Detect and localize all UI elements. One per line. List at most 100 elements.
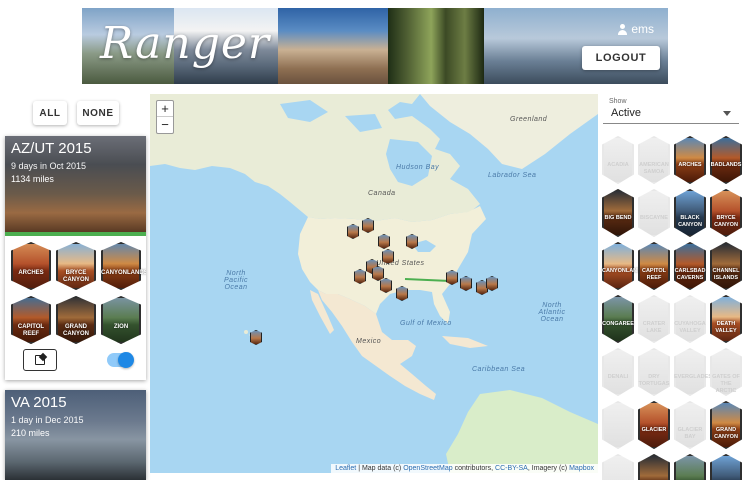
park-badge[interactable]: BISCAYNE — [638, 189, 670, 237]
leaflet-link[interactable]: Leaflet — [335, 465, 356, 472]
toggle-knob — [118, 352, 134, 368]
trip-title: VA 2015 — [11, 394, 67, 411]
park-badge[interactable]: CANYONLANDS — [602, 242, 645, 290]
park-badge-label: CAPITOL REEF — [17, 324, 45, 337]
park-badge-label: CARLSBAD CAVERNS — [674, 268, 706, 281]
park-badge-label: ZION — [113, 324, 129, 330]
park-badge[interactable]: GRAND CANYON — [56, 296, 96, 344]
park-badge-label: DEATH VALLEY — [715, 321, 737, 334]
park-badge-label: CHANNEL ISLANDS — [712, 268, 740, 281]
park-badge[interactable]: DEATH VALLEY — [710, 295, 742, 343]
park-badge[interactable]: BLACK CANYON — [674, 189, 706, 237]
park-marker[interactable] — [406, 234, 418, 249]
map-label-north-atlantic: North Atlantic Ocean — [538, 302, 566, 323]
park-badge[interactable]: GRAND CANYON — [710, 401, 742, 449]
select-none-button[interactable]: NONE — [77, 101, 119, 125]
park-badge[interactable] — [710, 454, 742, 480]
park-badge[interactable]: ZION — [101, 296, 141, 344]
park-badge[interactable]: BADLANDS — [710, 136, 742, 184]
park-badge[interactable]: CARLSBAD CAVERNS — [674, 242, 706, 290]
attribution-text: contributors, — [452, 465, 496, 472]
license-link[interactable]: CC-BY-SA — [495, 465, 528, 472]
park-marker[interactable] — [362, 218, 374, 233]
banner-photo-canyon — [278, 8, 388, 84]
park-marker[interactable] — [380, 278, 392, 293]
select-all-button[interactable]: ALL — [33, 101, 67, 125]
park-badge[interactable]: CONGAREE — [602, 295, 634, 343]
trip-park-badges: ARCHES BRYCE CANYON CANYONLANDS CAPITOL … — [11, 242, 146, 344]
trip-visibility-toggle[interactable] — [107, 352, 134, 368]
park-badge[interactable] — [602, 454, 634, 480]
banner-photo-forest — [388, 8, 484, 84]
map-label-labrador-sea: Labrador Sea — [488, 172, 537, 179]
park-marker[interactable] — [486, 276, 498, 291]
user-menu[interactable]: ems — [617, 22, 654, 36]
park-marker[interactable] — [446, 270, 458, 285]
chevron-down-icon — [723, 111, 731, 116]
zoom-out-button[interactable]: − — [157, 117, 173, 133]
park-marker[interactable] — [396, 286, 408, 301]
park-badge-label: BISCAYNE — [640, 215, 668, 221]
map-label-gulf-of-mexico: Gulf of Mexico — [400, 320, 452, 327]
attribution-text: | Map data (c) — [356, 465, 404, 472]
park-badge[interactable] — [674, 454, 706, 480]
park-badge[interactable]: BRYCE CANYON — [710, 189, 742, 237]
park-badge[interactable] — [602, 401, 634, 449]
park-badge-label: BLACK CANYON — [678, 215, 702, 228]
park-marker[interactable] — [347, 224, 359, 239]
edit-trip-button[interactable] — [23, 349, 57, 371]
username: ems — [631, 22, 654, 36]
park-badge[interactable]: GATES OF THE ARCTIC — [710, 348, 742, 396]
park-marker[interactable] — [382, 249, 394, 264]
map-label-mexico: Mexico — [356, 338, 382, 345]
park-badge[interactable]: EVERGLADES — [674, 348, 712, 396]
park-badge[interactable]: BIG BEND — [602, 189, 634, 237]
park-badge[interactable]: BRYCE CANYON — [56, 242, 96, 290]
park-badge[interactable]: CHANNEL ISLANDS — [710, 242, 742, 290]
trip-duration: 1 day in Dec 2015 — [11, 415, 84, 425]
zoom-in-button[interactable]: + — [157, 101, 173, 117]
trip-duration: 9 days in Oct 2015 — [11, 161, 87, 171]
show-filter-select[interactable]: Show Active — [603, 98, 739, 124]
trip-title: AZ/UT 2015 — [11, 140, 92, 157]
park-badge[interactable]: AMERICAN SAMOA — [638, 136, 670, 184]
park-badge[interactable]: GLACIER BAY — [674, 401, 706, 449]
logout-button[interactable]: LOGOUT — [582, 46, 660, 70]
park-marker[interactable] — [460, 276, 472, 291]
edit-icon — [35, 355, 45, 365]
park-marker[interactable] — [372, 266, 384, 281]
map-view[interactable]: North Pacific Ocean North Atlantic Ocean… — [150, 94, 598, 473]
app-root: Ranger ems LOGOUT ALL NONE AZ/UT 2015 9 … — [0, 0, 750, 480]
attribution-text: , Imagery (c) — [527, 465, 570, 472]
park-marker[interactable] — [354, 269, 366, 284]
park-badge[interactable]: ACADIA — [602, 136, 634, 184]
trip-card[interactable]: VA 2015 1 day in Dec 2015 210 miles — [5, 390, 146, 480]
park-badge-label: GRAND CANYON — [62, 324, 89, 337]
park-badge[interactable]: CAPITOL REEF — [11, 296, 51, 344]
park-badge[interactable] — [638, 454, 670, 480]
park-badge-label: ACADIA — [607, 162, 629, 168]
park-badge[interactable]: CANYONLANDS — [101, 242, 146, 290]
openstreetmap-link[interactable]: OpenStreetMap — [403, 465, 452, 472]
park-badge-label: GATES OF THE ARCTIC — [712, 374, 740, 394]
map-label-north-pacific: North Pacific Ocean — [223, 270, 249, 291]
park-badge[interactable]: GLACIER — [638, 401, 670, 449]
park-badge[interactable]: CAPITOL REEF — [638, 242, 670, 290]
park-badge-label: EVERGLADES — [674, 374, 712, 380]
park-badge[interactable]: DRY TORTUGAS — [638, 348, 670, 396]
park-marker[interactable] — [250, 330, 262, 345]
park-badge-label: DENALI — [607, 374, 629, 380]
show-filter-label: Show — [609, 98, 627, 105]
park-badge[interactable]: DENALI — [602, 348, 634, 396]
park-badge[interactable]: ARCHES — [11, 242, 51, 290]
park-badge-label: CUYAHOGA VALLEY — [674, 321, 706, 334]
trip-card[interactable]: AZ/UT 2015 9 days in Oct 2015 1134 miles… — [5, 136, 146, 380]
park-badge[interactable]: CUYAHOGA VALLEY — [674, 295, 706, 343]
park-badge[interactable]: ARCHES — [674, 136, 706, 184]
map-attribution: Leaflet | Map data (c) OpenStreetMap con… — [331, 464, 598, 473]
park-marker[interactable] — [378, 234, 390, 249]
header-banner: Ranger ems LOGOUT — [82, 8, 668, 84]
mapbox-link[interactable]: Mapbox — [569, 465, 594, 472]
park-badge-label: DRY TORTUGAS — [638, 374, 670, 387]
park-badge[interactable]: CRATER LAKE — [638, 295, 670, 343]
